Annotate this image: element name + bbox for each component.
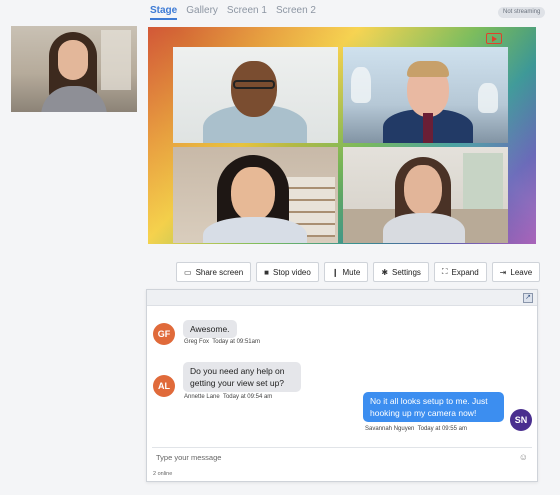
- message-author: Annette Lane: [184, 394, 220, 400]
- popout-icon[interactable]: ↗: [523, 293, 533, 303]
- call-controls: ▭ Share screen ■ Stop video ❙ Mute ✱ Set…: [176, 262, 541, 282]
- settings-label: Settings: [392, 267, 421, 277]
- video-camera-icon: ■: [264, 267, 269, 277]
- share-screen-button[interactable]: ▭ Share screen: [176, 262, 252, 282]
- tab-screen-1[interactable]: Screen 1: [227, 5, 267, 20]
- mute-label: Mute: [342, 267, 361, 277]
- avatar: AL: [153, 375, 175, 397]
- message-time: Today at 09:51am: [212, 339, 260, 345]
- video-tile-2[interactable]: [343, 47, 508, 143]
- person-face: [231, 61, 277, 117]
- mute-button[interactable]: ❙ Mute: [323, 262, 369, 282]
- message-author: Savannah Nguyen: [365, 426, 415, 432]
- message-input[interactable]: [156, 452, 519, 462]
- expand-icon: ⛶: [441, 267, 448, 276]
- person-face: [404, 165, 442, 215]
- person-body: [203, 217, 307, 243]
- lamp: [351, 67, 371, 103]
- video-tile-4[interactable]: [343, 147, 508, 243]
- online-count: 2 online: [153, 471, 173, 477]
- expand-button[interactable]: ⛶ Expand: [433, 262, 487, 282]
- avatar: SN: [510, 409, 532, 431]
- stage-area: [148, 27, 536, 244]
- message-meta: Annette Lane Today at 09:54 am: [184, 394, 272, 400]
- message-meta: Savannah Nguyen Today at 09:55 am: [365, 426, 467, 432]
- message-meta: Greg Fox Today at 09:51am: [184, 339, 260, 345]
- gear-icon: ✱: [381, 267, 389, 277]
- share-screen-label: Share screen: [195, 267, 244, 277]
- leave-button[interactable]: ⇥ Leave: [491, 262, 541, 282]
- person-hair: [407, 61, 449, 77]
- view-tabs: Stage Gallery Screen 1 Screen 2: [150, 5, 316, 20]
- video-tile-3[interactable]: [173, 147, 338, 243]
- chat-panel: ↗ GF Awesome. Greg Fox Today at 09:51am …: [146, 289, 538, 482]
- preview-background: [101, 30, 131, 90]
- stop-video-button[interactable]: ■ Stop video: [256, 262, 319, 282]
- message-author: Greg Fox: [184, 339, 210, 345]
- avatar: GF: [153, 323, 175, 345]
- tab-gallery[interactable]: Gallery: [186, 5, 218, 20]
- message-bubble: Awesome.: [183, 320, 237, 338]
- person-face: [231, 167, 275, 221]
- message-composer: ☺: [152, 447, 532, 466]
- leave-label: Leave: [510, 267, 533, 277]
- microphone-icon: ❙: [331, 267, 339, 277]
- video-tile-1[interactable]: [173, 47, 338, 143]
- tie: [423, 113, 433, 143]
- recording-icon[interactable]: [486, 33, 502, 44]
- tab-stage[interactable]: Stage: [150, 5, 178, 20]
- glasses: [233, 80, 275, 89]
- emoji-icon[interactable]: ☺: [519, 452, 528, 462]
- stop-video-label: Stop video: [273, 267, 311, 277]
- expand-label: Expand: [451, 267, 479, 277]
- lamp: [478, 83, 498, 113]
- message-time: Today at 09:54 am: [222, 394, 273, 400]
- settings-button[interactable]: ✱ Settings: [373, 262, 429, 282]
- streaming-status-badge: Not streaming: [498, 7, 546, 18]
- monitor-icon: ▭: [184, 267, 192, 277]
- message-bubble: No it all looks setup to me. Just hookin…: [363, 392, 504, 422]
- window: [463, 153, 503, 213]
- exit-icon: ⇥: [499, 267, 507, 277]
- person-body: [383, 213, 465, 243]
- person-face: [58, 40, 88, 80]
- tab-screen-2[interactable]: Screen 2: [276, 5, 316, 20]
- message-time: Today at 09:55 am: [417, 426, 467, 432]
- message-bubble: Do you need any help on getting your vie…: [183, 362, 301, 392]
- chat-header: ↗: [147, 290, 537, 306]
- self-video-preview: [11, 26, 137, 112]
